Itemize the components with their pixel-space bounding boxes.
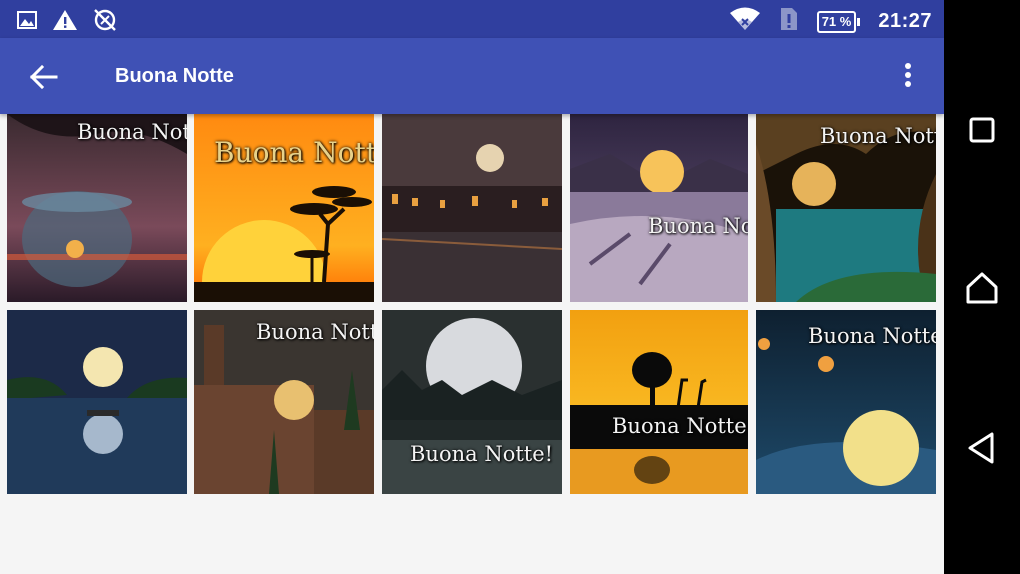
image-caption: Buona Notte!	[214, 136, 374, 169]
image-caption: Buona Notte!	[648, 214, 748, 238]
gallery-image-1[interactable]: Buona Notte!	[7, 114, 187, 302]
status-time: 21:27	[878, 10, 932, 32]
app-screen: 71 % 21:27 Buona Notte Buona Not Buona N…	[0, 0, 944, 574]
gallery-image-2[interactable]: Buona Notte!	[194, 114, 374, 302]
recents-icon[interactable]	[962, 110, 1002, 150]
gallery-image-10[interactable]: Buona Notte!	[756, 310, 936, 494]
warning-icon	[52, 8, 78, 37]
image-caption: Buona Notte!	[820, 124, 936, 148]
status-bar: 71 % 21:27	[0, 0, 944, 38]
image-caption: Buona Notte!	[808, 324, 936, 348]
image-caption: Buona Notte!	[612, 414, 748, 438]
gallery-image-5[interactable]: Buona Notte!	[756, 114, 936, 302]
sync-disabled-icon	[92, 7, 118, 38]
navigation-bar	[944, 0, 1020, 574]
home-icon[interactable]	[962, 268, 1002, 308]
gallery-image-8[interactable]: Buona Notte!	[382, 310, 562, 494]
more-vert-icon[interactable]	[896, 60, 920, 94]
battery-level: 71 %	[816, 10, 857, 33]
gallery-image-6[interactable]	[7, 310, 187, 494]
gallery-image-3[interactable]	[382, 114, 562, 302]
arrow-back-icon[interactable]	[24, 60, 64, 94]
wifi-icon	[729, 6, 761, 37]
image-caption: Buona Notte!	[77, 120, 187, 144]
app-bar: Buona Notte	[0, 38, 944, 114]
page-title: Buona Notte	[115, 65, 234, 87]
sim-card-icon	[779, 6, 799, 37]
gallery-image-7[interactable]: Buona Notte!	[194, 310, 374, 494]
back-icon[interactable]	[962, 428, 1002, 468]
battery-icon: 71 %	[816, 10, 861, 33]
gallery-image-9[interactable]: Buona Notte!	[570, 310, 748, 494]
image-caption: Buona Notte!	[256, 320, 374, 344]
gallery-image-4[interactable]: Buona Notte!	[570, 114, 748, 302]
image-icon	[16, 9, 38, 36]
image-caption: Buona Notte!	[410, 442, 554, 466]
